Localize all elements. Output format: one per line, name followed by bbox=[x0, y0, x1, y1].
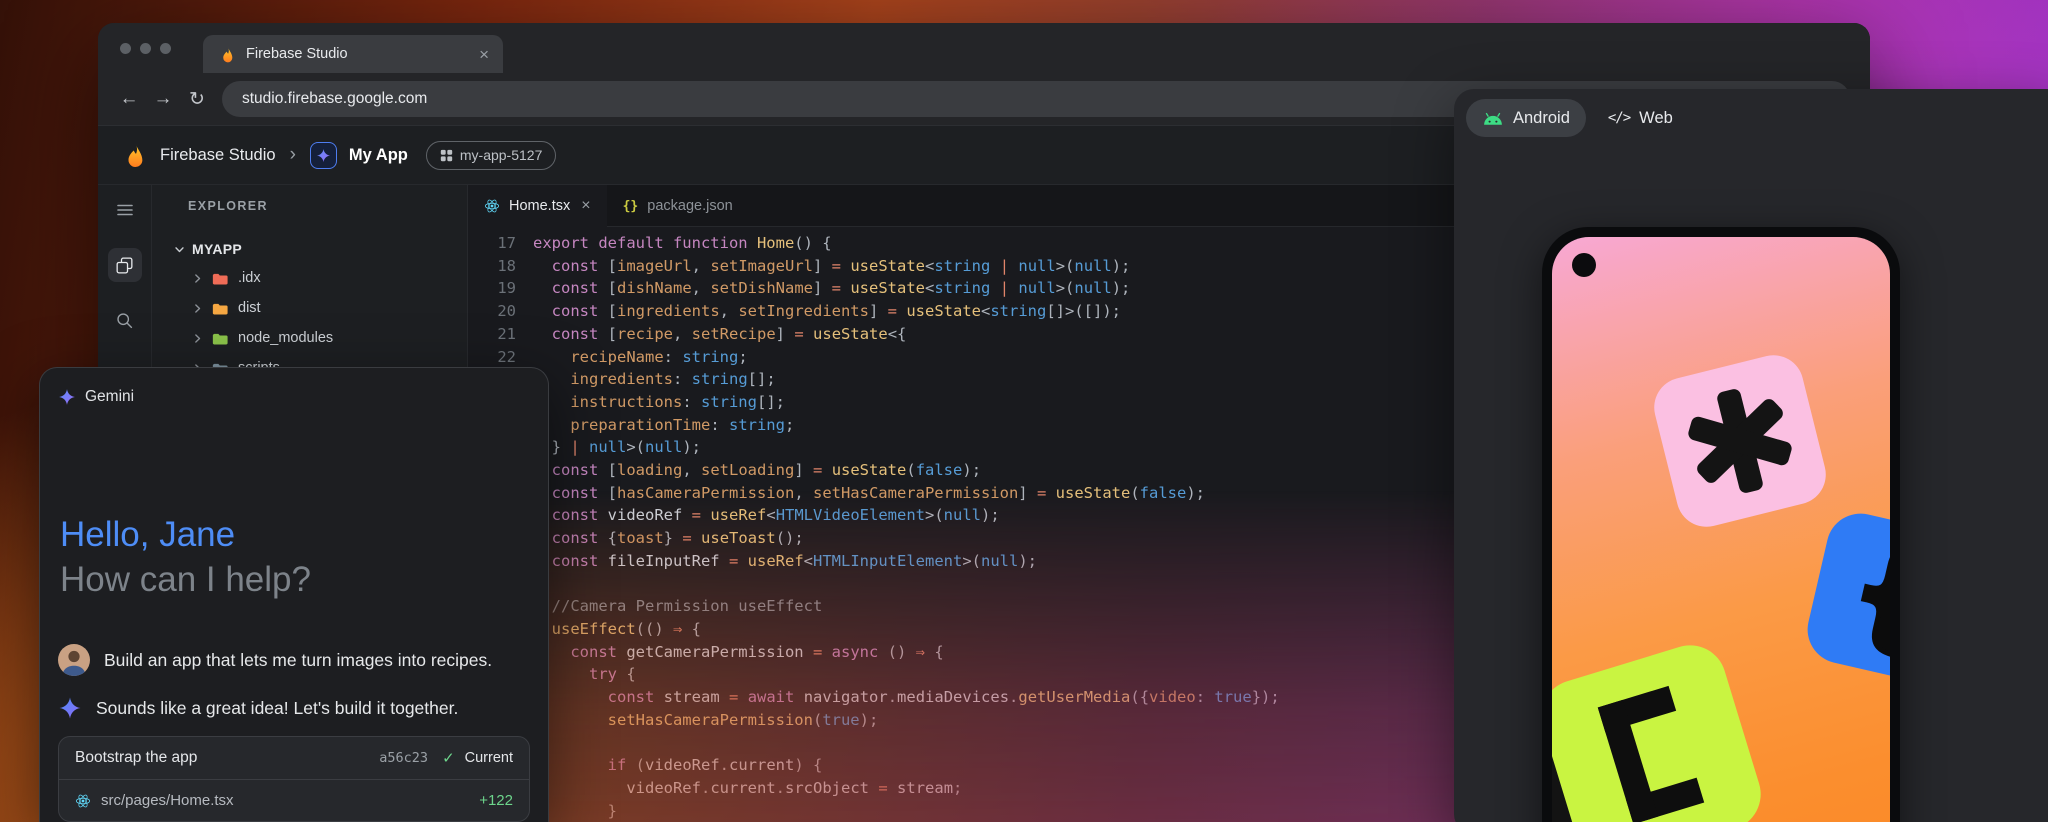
file-tree-item-dist[interactable]: dist bbox=[152, 293, 467, 323]
window-dot[interactable] bbox=[160, 43, 171, 54]
window-dot[interactable] bbox=[140, 43, 151, 54]
project-name: My App bbox=[349, 146, 408, 165]
android-phone-mockup: { bbox=[1542, 227, 1900, 822]
reload-icon[interactable]: ↻ bbox=[180, 82, 214, 116]
json-icon: {} bbox=[623, 199, 639, 214]
file-tree-item-label: .idx bbox=[238, 270, 261, 286]
firebase-flame-icon bbox=[122, 142, 148, 168]
react-icon bbox=[75, 793, 91, 809]
changed-file-row[interactable]: src/pages/Home.tsx +122 bbox=[59, 779, 529, 821]
bootstrap-card-header[interactable]: Bootstrap the app a56c23 ✓ Current bbox=[59, 737, 529, 779]
asterisk-tile bbox=[1648, 349, 1832, 533]
android-toggle-button[interactable]: Android bbox=[1466, 99, 1586, 137]
firebase-flame-icon bbox=[219, 46, 236, 63]
gemini-panel: Gemini Hello, Jane How can I help? Build… bbox=[39, 367, 549, 822]
chevron-right-icon bbox=[192, 333, 203, 344]
brace-tile: { bbox=[1801, 507, 1890, 689]
user-message-row: Build an app that lets me turn images in… bbox=[58, 644, 530, 676]
chevron-right-icon bbox=[192, 303, 203, 314]
greeting-line-2: How can I help? bbox=[60, 557, 530, 602]
android-toggle-label: Android bbox=[1513, 109, 1570, 128]
breadcrumb-separator: › bbox=[290, 144, 296, 166]
browser-tab-title: Firebase Studio bbox=[246, 46, 469, 62]
web-toggle-label: Web bbox=[1639, 109, 1673, 128]
card-title: Bootstrap the app bbox=[75, 749, 369, 767]
browser-titlebar: Firebase Studio × bbox=[98, 23, 1870, 73]
bracket-glyph bbox=[1598, 686, 1704, 822]
forward-icon[interactable]: → bbox=[146, 82, 180, 116]
file-tree-root[interactable]: MYAPP bbox=[152, 235, 467, 263]
back-icon[interactable]: ← bbox=[112, 82, 146, 116]
app-preview-screen[interactable]: { bbox=[1552, 237, 1890, 822]
user-message: Build an app that lets me turn images in… bbox=[104, 650, 492, 671]
menu-icon[interactable] bbox=[108, 193, 142, 227]
file-tree-item-label: node_modules bbox=[238, 330, 333, 346]
web-toggle-button[interactable]: </> Web bbox=[1592, 99, 1689, 137]
commit-hash: a56c23 bbox=[379, 750, 428, 766]
bootstrap-card: Bootstrap the app a56c23 ✓ Current src/p… bbox=[58, 736, 530, 822]
window-controls bbox=[120, 43, 171, 54]
android-icon bbox=[1482, 111, 1504, 126]
file-tree-item-label: dist bbox=[238, 300, 261, 316]
chevron-down-icon bbox=[174, 244, 185, 255]
assistant-message-row: Sounds like a great idea! Let's build it… bbox=[58, 696, 530, 720]
code-brackets-icon: </> bbox=[1608, 110, 1630, 126]
asterisk-glyph bbox=[1677, 378, 1803, 504]
bracket-tile bbox=[1552, 636, 1770, 822]
url-text: studio.firebase.google.com bbox=[242, 90, 427, 108]
preview-target-toggle: Android </> Web bbox=[1466, 99, 2048, 137]
file-tree-item-.idx[interactable]: .idx bbox=[152, 263, 467, 293]
preview-panel: Android </> Web { bbox=[1454, 89, 2048, 822]
project-id-chip[interactable]: my-app-5127 bbox=[426, 141, 557, 170]
editor-tab-package-json[interactable]: {} package.json bbox=[607, 185, 749, 227]
gemini-star-icon bbox=[58, 388, 76, 406]
editor-tab-label: Home.tsx bbox=[509, 198, 570, 214]
status-badge: Current bbox=[465, 750, 513, 766]
project-id: my-app-5127 bbox=[460, 147, 543, 163]
changed-file-path: src/pages/Home.tsx bbox=[101, 792, 469, 809]
assistant-message: Sounds like a great idea! Let's build it… bbox=[96, 698, 458, 719]
tab-close-icon[interactable]: × bbox=[581, 198, 590, 214]
folder-icon bbox=[212, 330, 229, 347]
user-avatar bbox=[58, 644, 90, 676]
gemini-star-icon bbox=[58, 696, 82, 720]
tab-close-icon[interactable]: × bbox=[479, 46, 489, 63]
editor-tab-home-tsx[interactable]: Home.tsx × bbox=[468, 185, 607, 227]
check-icon: ✓ bbox=[442, 749, 455, 767]
app-spark-icon bbox=[310, 142, 337, 169]
folder-icon bbox=[212, 300, 229, 317]
search-icon[interactable] bbox=[108, 303, 142, 337]
file-tree: .idxdistnode_modulesscripts bbox=[152, 263, 467, 383]
explorer-files-icon[interactable] bbox=[108, 248, 142, 282]
brace-glyph: { bbox=[1837, 516, 1890, 669]
folder-icon bbox=[212, 270, 229, 287]
root-folder-label: MYAPP bbox=[192, 241, 242, 257]
explorer-title: EXPLORER bbox=[152, 199, 467, 213]
diff-added-count: +122 bbox=[479, 792, 513, 809]
react-icon bbox=[484, 198, 500, 214]
greeting-line-1: Hello, Jane bbox=[60, 512, 530, 557]
gemini-greeting: Hello, Jane How can I help? bbox=[60, 512, 530, 602]
camera-punch-hole bbox=[1572, 253, 1596, 277]
gemini-header: Gemini bbox=[58, 388, 530, 406]
browser-tab[interactable]: Firebase Studio × bbox=[203, 35, 503, 73]
gemini-title: Gemini bbox=[85, 388, 134, 406]
brand-title[interactable]: Firebase Studio bbox=[160, 146, 276, 165]
stage: Firebase Studio × ← → ↻ studio.firebase.… bbox=[0, 0, 2048, 822]
editor-tab-label: package.json bbox=[647, 198, 732, 214]
window-dot[interactable] bbox=[120, 43, 131, 54]
chevron-right-icon bbox=[192, 273, 203, 284]
grid-icon bbox=[440, 149, 453, 162]
file-tree-item-node_modules[interactable]: node_modules bbox=[152, 323, 467, 353]
